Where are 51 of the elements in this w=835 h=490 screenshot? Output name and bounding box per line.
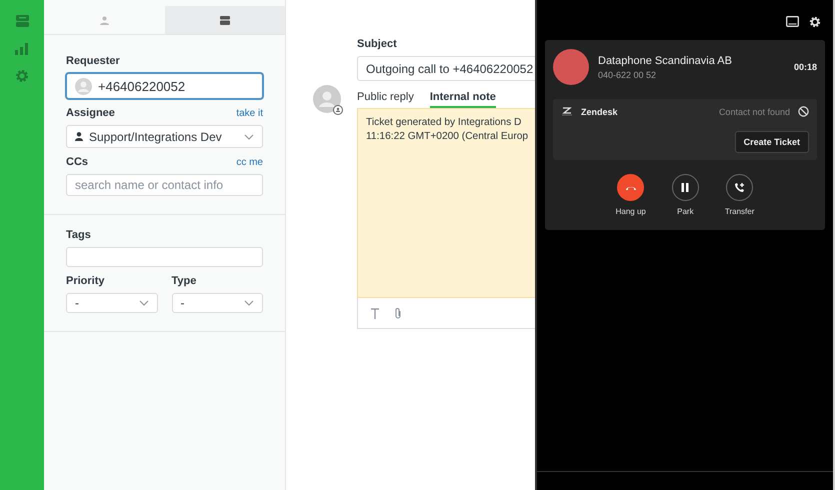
contact-status: Contact not found — [718, 106, 790, 116]
field-label: Requester — [66, 55, 120, 67]
chevron-icon — [244, 300, 254, 306]
field-label: Subject — [357, 38, 397, 50]
chevron-icon — [138, 300, 148, 306]
call-timer: 00:18 — [794, 62, 817, 72]
subject-field[interactable]: Outgoing call to +46406220052 — [357, 56, 535, 81]
cc-me-link[interactable]: cc me — [236, 157, 263, 168]
caller-avatar — [553, 49, 589, 85]
reply-tab[interactable]: Public reply — [357, 91, 414, 108]
note-text: Ticket generated by Integrations D — [366, 117, 522, 128]
field-label: CCs — [66, 156, 88, 168]
avatar-icon — [313, 85, 343, 115]
assignee-select[interactable]: Support/Integrations Dev — [66, 125, 263, 148]
create-ticket-button[interactable]: Create Ticket — [734, 131, 809, 153]
chevron-icon — [244, 134, 254, 140]
action-label: Transfer — [724, 207, 754, 216]
requester-field[interactable]: +46406220052 — [66, 73, 263, 99]
action-label: Hang up — [616, 207, 646, 216]
text-format-icon[interactable] — [370, 308, 380, 318]
blocked-icon — [798, 106, 809, 117]
pause-icon — [681, 183, 690, 192]
hang-up-icon — [624, 184, 637, 190]
logo-icon — [561, 107, 573, 116]
type-select[interactable]: - — [172, 293, 263, 313]
user-icon — [100, 16, 109, 24]
avatar-icon — [75, 78, 92, 94]
field-label: Type — [172, 275, 196, 287]
note-editor[interactable]: Ticket generated by Integrations D 11:16:22 GMT+0200 (Central Europ — [357, 108, 535, 298]
hang-up-button[interactable] — [617, 174, 644, 201]
phone-transfer-icon — [734, 182, 746, 193]
action-label: Park — [677, 207, 694, 216]
take-it-link[interactable]: take it — [236, 108, 263, 119]
briefcase-icon — [220, 16, 230, 24]
field-label: Priority — [66, 275, 105, 287]
caller-number: 040-622 00 52 — [598, 70, 658, 80]
user-icon — [75, 132, 83, 141]
transfer-button[interactable] — [726, 174, 754, 201]
priority-select[interactable]: - — [66, 293, 158, 313]
crm-name: Zendesk — [581, 106, 619, 116]
bar-chart-icon[interactable] — [15, 43, 29, 55]
caller-name: Dataphone Scandinavia AB — [598, 54, 733, 66]
field-label: Tags — [66, 229, 91, 241]
inbox-stack-icon[interactable] — [14, 14, 30, 29]
monitor-icon[interactable] — [786, 16, 799, 27]
field-label: Assignee — [66, 107, 115, 119]
panel-tab[interactable] — [164, 6, 285, 34]
attachment-icon[interactable] — [394, 307, 402, 319]
park-button[interactable] — [672, 174, 699, 201]
tags-field[interactable] — [66, 247, 263, 267]
note-text: 11:16:22 GMT+0200 (Central Europ — [366, 131, 530, 142]
